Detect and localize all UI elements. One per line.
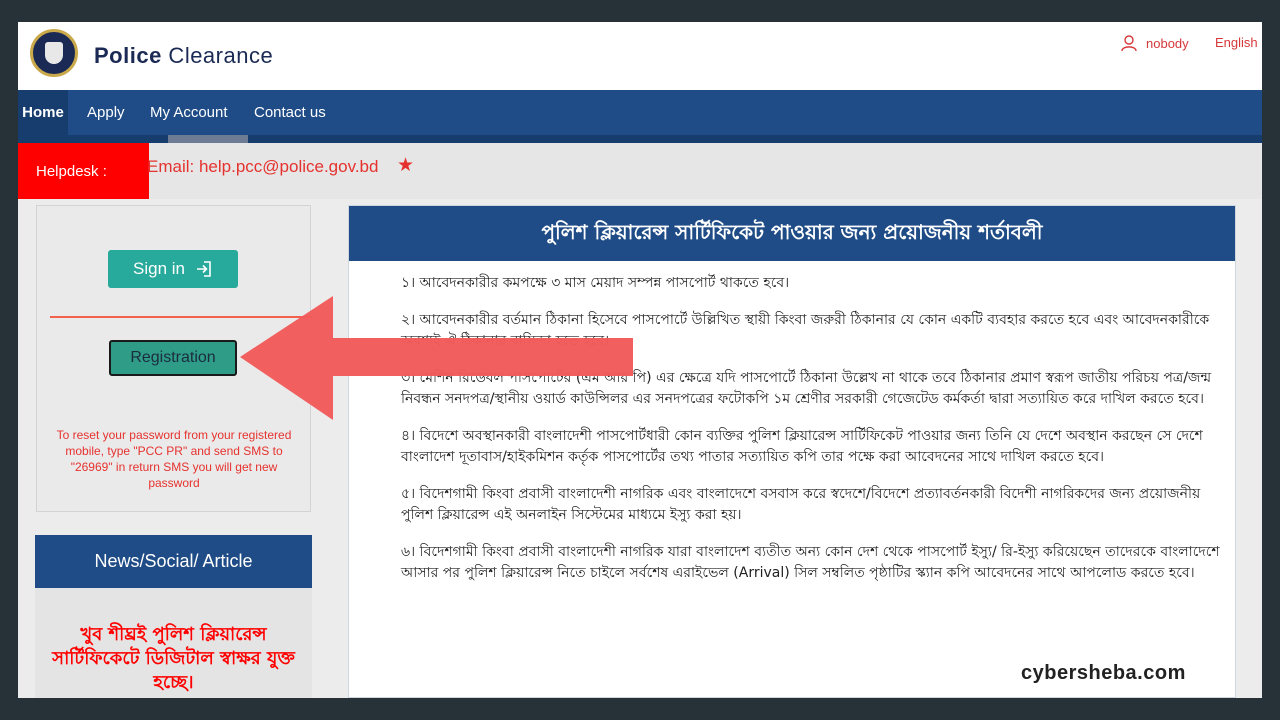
helpdesk-bar: Helpdesk : Email: help.pcc@police.gov.bd… bbox=[18, 143, 1262, 199]
sign-in-icon bbox=[196, 261, 211, 277]
divider bbox=[50, 316, 312, 318]
terms-panel: পুলিশ ক্লিয়ারেন্স সার্টিফিকেট পাওয়ার জ… bbox=[348, 205, 1236, 698]
nav-home[interactable]: Home bbox=[18, 90, 68, 135]
nav-apply[interactable]: Apply bbox=[87, 90, 125, 135]
nav-contact-us[interactable]: Contact us bbox=[254, 90, 326, 135]
terms-item: ১। আবেদনকারীর কমপক্ষে ৩ মাস মেয়াদ সম্পন… bbox=[401, 275, 790, 291]
site-header: Police Clearance nobody English bbox=[18, 22, 1262, 90]
brand-rest: Clearance bbox=[161, 43, 274, 68]
terms-item: ৬। বিদেশগামী কিংবা প্রবাসী বাংলাদেশী নাগ… bbox=[401, 544, 1220, 581]
terms-item: ৩। মেশিন রিডেবল পাসপোর্টের (এম আর পি) এর… bbox=[401, 370, 1212, 407]
news-item[interactable]: খুব শীঘ্রই পুলিশ ক্লিয়ারেন্স সার্টিফিকে… bbox=[41, 623, 306, 695]
brand-strong: Police bbox=[94, 43, 162, 68]
terms-item: ৫। বিদেশগামী কিংবা প্রবাসী বাংলাদেশী নাগ… bbox=[401, 486, 1201, 523]
main-nav: Home Apply My Account Contact us bbox=[18, 90, 1262, 135]
police-emblem-icon[interactable] bbox=[30, 29, 78, 77]
language-switch[interactable]: English bbox=[1215, 35, 1258, 50]
nav-my-account[interactable]: My Account bbox=[150, 90, 228, 135]
login-box: Sign in Registration To reset your passw… bbox=[36, 205, 312, 512]
terms-title: পুলিশ ক্লিয়ারেন্স সার্টিফিকেট পাওয়ার জ… bbox=[349, 206, 1235, 261]
site-brand[interactable]: Police Clearance bbox=[94, 43, 273, 69]
helpdesk-email[interactable]: Email: help.pcc@police.gov.bd bbox=[147, 157, 378, 177]
terms-item: ৪। বিদেশে অবস্থানকারী বাংলাদেশী পাসপোর্ট… bbox=[401, 428, 1203, 465]
user-name: nobody bbox=[1146, 35, 1189, 51]
password-reset-note: To reset your password from your registe… bbox=[56, 428, 292, 490]
news-box: News/Social/ Article খুব শীঘ্রই পুলিশ ক্… bbox=[35, 535, 312, 698]
browser-viewport: Police Clearance nobody English Home App… bbox=[18, 22, 1262, 698]
user-icon bbox=[1121, 35, 1137, 52]
helpdesk-label: Helpdesk : bbox=[18, 143, 149, 199]
terms-list: ১। আবেদনকারীর কমপক্ষে ৩ মাস মেয়াদ সম্পন… bbox=[401, 273, 1221, 600]
star-icon: ★ bbox=[397, 155, 415, 176]
sign-in-button[interactable]: Sign in bbox=[108, 250, 238, 288]
watermark: cybersheba.com bbox=[1021, 662, 1186, 684]
news-title: News/Social/ Article bbox=[35, 535, 312, 588]
terms-item: ২। আবেদনকারীর বর্তমান ঠিকানা হিসেবে পাসপ… bbox=[401, 312, 1210, 349]
sign-in-label: Sign in bbox=[133, 259, 185, 278]
registration-button[interactable]: Registration bbox=[109, 340, 237, 376]
user-menu[interactable]: nobody bbox=[1120, 34, 1189, 52]
banner-strip bbox=[18, 135, 1262, 143]
